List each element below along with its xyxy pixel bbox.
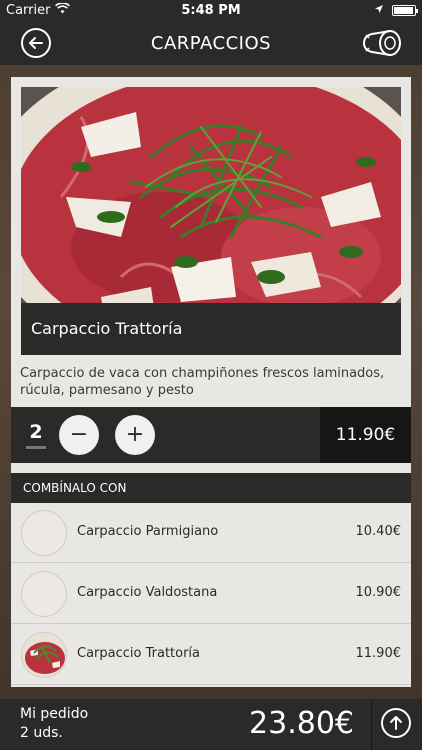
page-title: CARPACCIOS [150,33,272,54]
order-label: Mi pedido [20,706,89,722]
status-bar: Carrier 5:48 PM [0,0,422,22]
combine-header: COMBÍNALO CON [11,473,411,503]
quantity-bar: 2 − + 11.90€ [11,407,411,463]
combo-item-price: 10.90€ [355,585,402,600]
combo-thumbnail [21,632,67,678]
order-footer[interactable]: Mi pedido 2 uds. 23.80€ [0,699,422,750]
order-total: 23.80€ [249,706,354,741]
product-description: Carpaccio de vaca con champiñones fresco… [20,366,385,398]
quantity-value: 2 [26,421,46,449]
combo-item-name: Carpaccio Parmigiano [77,524,219,539]
location-arrow-icon [374,3,384,18]
minus-icon: − [69,422,89,447]
product-card: Carpaccio Trattoría Carpaccio de vaca co… [11,77,411,687]
footer-divider [371,699,372,750]
combo-item-price: 10.40€ [355,524,402,539]
combo-item[interactable]: Carpaccio Valdostana 10.90€ [11,564,411,624]
decrease-quantity-button[interactable]: − [59,415,99,455]
combo-item-price: 11.90€ [355,646,402,661]
increase-quantity-button[interactable]: + [115,415,155,455]
combo-thumbnail [21,510,67,556]
combo-item-name: Carpaccio Valdostana [77,585,218,600]
combo-item[interactable]: Carpaccio Trattoría 11.90€ [11,625,411,685]
order-count: 2 uds. [20,725,63,741]
battery-icon [392,5,418,16]
plus-icon: + [125,422,145,447]
arrow-up-icon [390,716,402,730]
meat-cut-icon [362,30,401,56]
status-right [374,3,418,18]
product-title: Carpaccio Trattoría [21,303,401,355]
expand-order-button[interactable] [381,708,411,738]
status-time: 5:48 PM [181,3,241,18]
combo-item[interactable]: Carpaccio Parmigiano 10.40€ [11,503,411,563]
meat-cut-button[interactable] [360,26,402,60]
combo-thumbnail [21,571,67,617]
nav-bar: CARPACCIOS [0,22,422,65]
product-price: 11.90€ [320,407,411,463]
combo-item-name: Carpaccio Trattoría [77,646,201,661]
